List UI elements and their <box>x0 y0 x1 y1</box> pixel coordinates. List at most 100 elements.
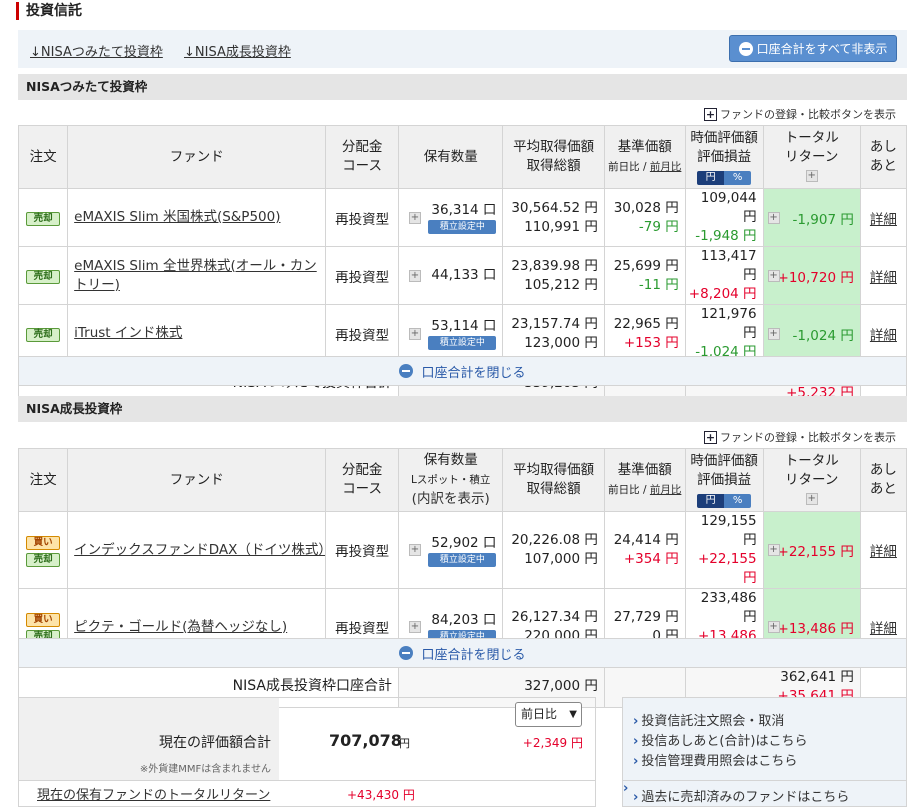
total-return-value: +43,430 円 <box>347 788 415 802</box>
valuation-summary: 現在の評価額合計 ※外貨建MMFは含まれません 707,078 円 前日比 ▼ +… <box>18 697 596 807</box>
buy-button[interactable]: 買い <box>26 536 61 550</box>
quantity-cell: +52,902 口積立設定中 <box>397 511 504 589</box>
detail-link[interactable]: 詳細 <box>870 328 897 344</box>
sell-button[interactable]: 売却 <box>26 553 61 567</box>
expand-icon[interactable]: + <box>408 544 421 556</box>
detail-link[interactable]: 詳細 <box>870 270 897 286</box>
close-total-bar-growth[interactable]: 口座合計を閉じる <box>18 638 907 668</box>
prev-month-toggle[interactable]: 前月比 <box>650 161 682 173</box>
growth-fund-table: 注文 ファンド 分配金 コース 保有数量 Lスポット・積立 (内訳を表示) 平均取得価額 取得総… <box>17 448 908 708</box>
fund-name-link[interactable]: eMAXIS Slim 全世界株式(オール・カントリー) <box>74 258 317 293</box>
hide-all-totals-button[interactable]: 口座合計をすべて非表示 <box>729 35 897 62</box>
detail-cell: 詳細 <box>859 511 908 589</box>
quantity-cell: +36,314 口積立設定中 <box>397 188 504 247</box>
close-total-bar-tsumitate[interactable]: 口座合計を閉じる <box>18 356 907 386</box>
valuation-change: +2,349 円 <box>522 736 583 750</box>
ashiato-link[interactable]: 投信あしあと(合計)はこちら <box>633 730 807 749</box>
detail-link[interactable]: 詳細 <box>870 621 897 637</box>
header-distribution: 分配金 コース <box>325 125 399 189</box>
avg-price-cell: 20,226.08 円 107,000 円 <box>502 511 605 589</box>
fund-name-link[interactable]: eMAXIS Slim 米国株式(S&P500) <box>74 209 280 225</box>
header-avg-price: 平均取得価額 取得総額 <box>502 125 605 189</box>
fund-name-link[interactable]: iTrust インド株式 <box>74 325 182 341</box>
yen-percent-toggle[interactable]: 円% <box>697 493 752 508</box>
table-row: 売却 iTrust インド株式 再投資型 +53,114 口積立設定中 23,157.7… <box>17 304 908 363</box>
detail-cell: 詳細 <box>859 246 908 305</box>
expand-icon[interactable]: + <box>408 327 421 340</box>
header-avg-price: 平均取得価額 取得総額 <box>502 448 605 512</box>
header-ashiato: あし あと <box>859 448 908 512</box>
course-cell: 再投資型 <box>325 304 399 363</box>
valuation-unit: 円 <box>399 737 410 750</box>
avg-price-cell: 23,157.74 円 123,000 円 <box>502 304 605 363</box>
register-compare-link[interactable]: + ファンドの登録・比較ボタンを表示 <box>704 429 896 445</box>
minus-circle-icon <box>399 646 414 660</box>
detail-link[interactable]: 詳細 <box>870 544 897 560</box>
expand-icon[interactable]: + <box>805 492 818 505</box>
mmf-note: ※外貨建MMFは含まれません <box>139 764 271 775</box>
compare-period-select[interactable]: 前日比 ▼ <box>515 702 582 727</box>
sold-funds-link[interactable]: 過去に売却済みのファンドはこちら <box>633 786 849 805</box>
total-return-link[interactable]: 現在の保有ファンドのトータルリターン <box>37 784 270 803</box>
fund-name-cell: eMAXIS Slim 米国株式(S&P500) <box>67 188 327 247</box>
avg-price-cell: 30,564.52 円 110,991 円 <box>502 188 605 247</box>
total-return-cell: + -1,907 円 <box>762 188 861 247</box>
header-quantity: 保有数量 Lスポット・積立 (内訳を表示) <box>397 448 504 512</box>
header-market-value: 時価評価額 評価損益円% <box>684 125 764 189</box>
order-inquiry-link[interactable]: 投資信託注文照会・取消 <box>633 710 784 729</box>
order-cell: 買い 売却 <box>17 511 69 589</box>
expand-icon[interactable]: + <box>767 621 780 633</box>
divider <box>19 780 595 781</box>
expand-icon[interactable]: + <box>408 621 421 633</box>
course-cell: 再投資型 <box>325 511 399 589</box>
fund-name-link[interactable]: ピクテ・ゴールド(為替ヘッジなし) <box>74 619 287 635</box>
header-order: 注文 <box>17 448 69 512</box>
base-price-cell: 25,699 円 -11 円 <box>603 246 686 305</box>
order-cell: 売却 <box>17 304 69 363</box>
plus-icon: + <box>704 107 717 121</box>
header-order: 注文 <box>17 125 69 189</box>
header-total-return: トータル リターン + <box>762 448 861 512</box>
jump-bar: ↓NISAつみたて投資枠 ↓NISA成長投資枠 口座合計をすべて非表示 <box>18 30 907 68</box>
expand-icon[interactable]: + <box>767 211 780 224</box>
expand-icon[interactable]: + <box>408 269 421 282</box>
course-cell: 再投資型 <box>325 246 399 305</box>
detail-cell: 詳細 <box>859 188 908 247</box>
header-base-price: 基準価額 前日比 / 前月比 <box>603 448 686 512</box>
section-header-tsumitate: NISAつみたて投資枠 <box>18 74 907 100</box>
header-fund: ファンド <box>67 448 327 512</box>
page-title: 投資信託 <box>16 2 82 20</box>
total-return-cell: + +10,720 円 <box>762 246 861 305</box>
sell-button[interactable]: 売却 <box>26 212 61 226</box>
expand-icon[interactable]: + <box>767 327 780 340</box>
table-row: 売却 eMAXIS Slim 全世界株式(オール・カントリー) 再投資型 +44,13… <box>17 246 908 305</box>
avg-price-cell: 23,839.98 円 105,212 円 <box>502 246 605 305</box>
fund-name-link[interactable]: インデックスファンドDAX（ドイツ株式） <box>74 542 325 558</box>
sell-button[interactable]: 売却 <box>26 270 61 284</box>
base-price-cell: 22,965 円 +153 円 <box>603 304 686 363</box>
management-fee-link[interactable]: 投信管理費用照会はこちら <box>633 750 797 769</box>
expand-icon[interactable]: + <box>408 211 421 224</box>
expand-icon[interactable]: + <box>767 544 780 556</box>
register-compare-link[interactable]: + ファンドの登録・比較ボタンを表示 <box>704 106 896 122</box>
sell-button[interactable]: 売却 <box>26 328 61 342</box>
jump-link-growth[interactable]: ↓NISA成長投資枠 <box>184 41 291 60</box>
market-value-cell: 129,155 円 +22,155 円 <box>684 511 764 589</box>
header-base-price: 基準価額 前日比 / 前月比 <box>603 125 686 189</box>
jump-link-tsumitate[interactable]: ↓NISAつみたて投資枠 <box>30 41 163 60</box>
detail-link[interactable]: 詳細 <box>870 212 897 228</box>
buy-button[interactable]: 買い <box>26 613 61 627</box>
total-return-cell: + -1,024 円 <box>762 304 861 363</box>
expand-icon[interactable]: + <box>805 169 818 182</box>
header-quantity: 保有数量 <box>397 125 504 189</box>
valuation-total-label: 現在の評価額合計 <box>159 735 271 751</box>
yen-percent-toggle[interactable]: 円% <box>697 170 752 185</box>
prev-month-toggle[interactable]: 前月比 <box>650 484 682 496</box>
quantity-breakdown-link[interactable]: (内訳を表示) <box>412 491 490 507</box>
header-ashiato: あし あと <box>859 125 908 189</box>
tsumitate-badge: 積立設定中 <box>428 552 497 567</box>
total-return-cell: + +22,155 円 <box>762 511 861 589</box>
chevron-down-icon: ▼ <box>569 709 577 720</box>
expand-icon[interactable]: + <box>767 269 780 282</box>
tsumitate-badge: 積立設定中 <box>428 220 497 234</box>
